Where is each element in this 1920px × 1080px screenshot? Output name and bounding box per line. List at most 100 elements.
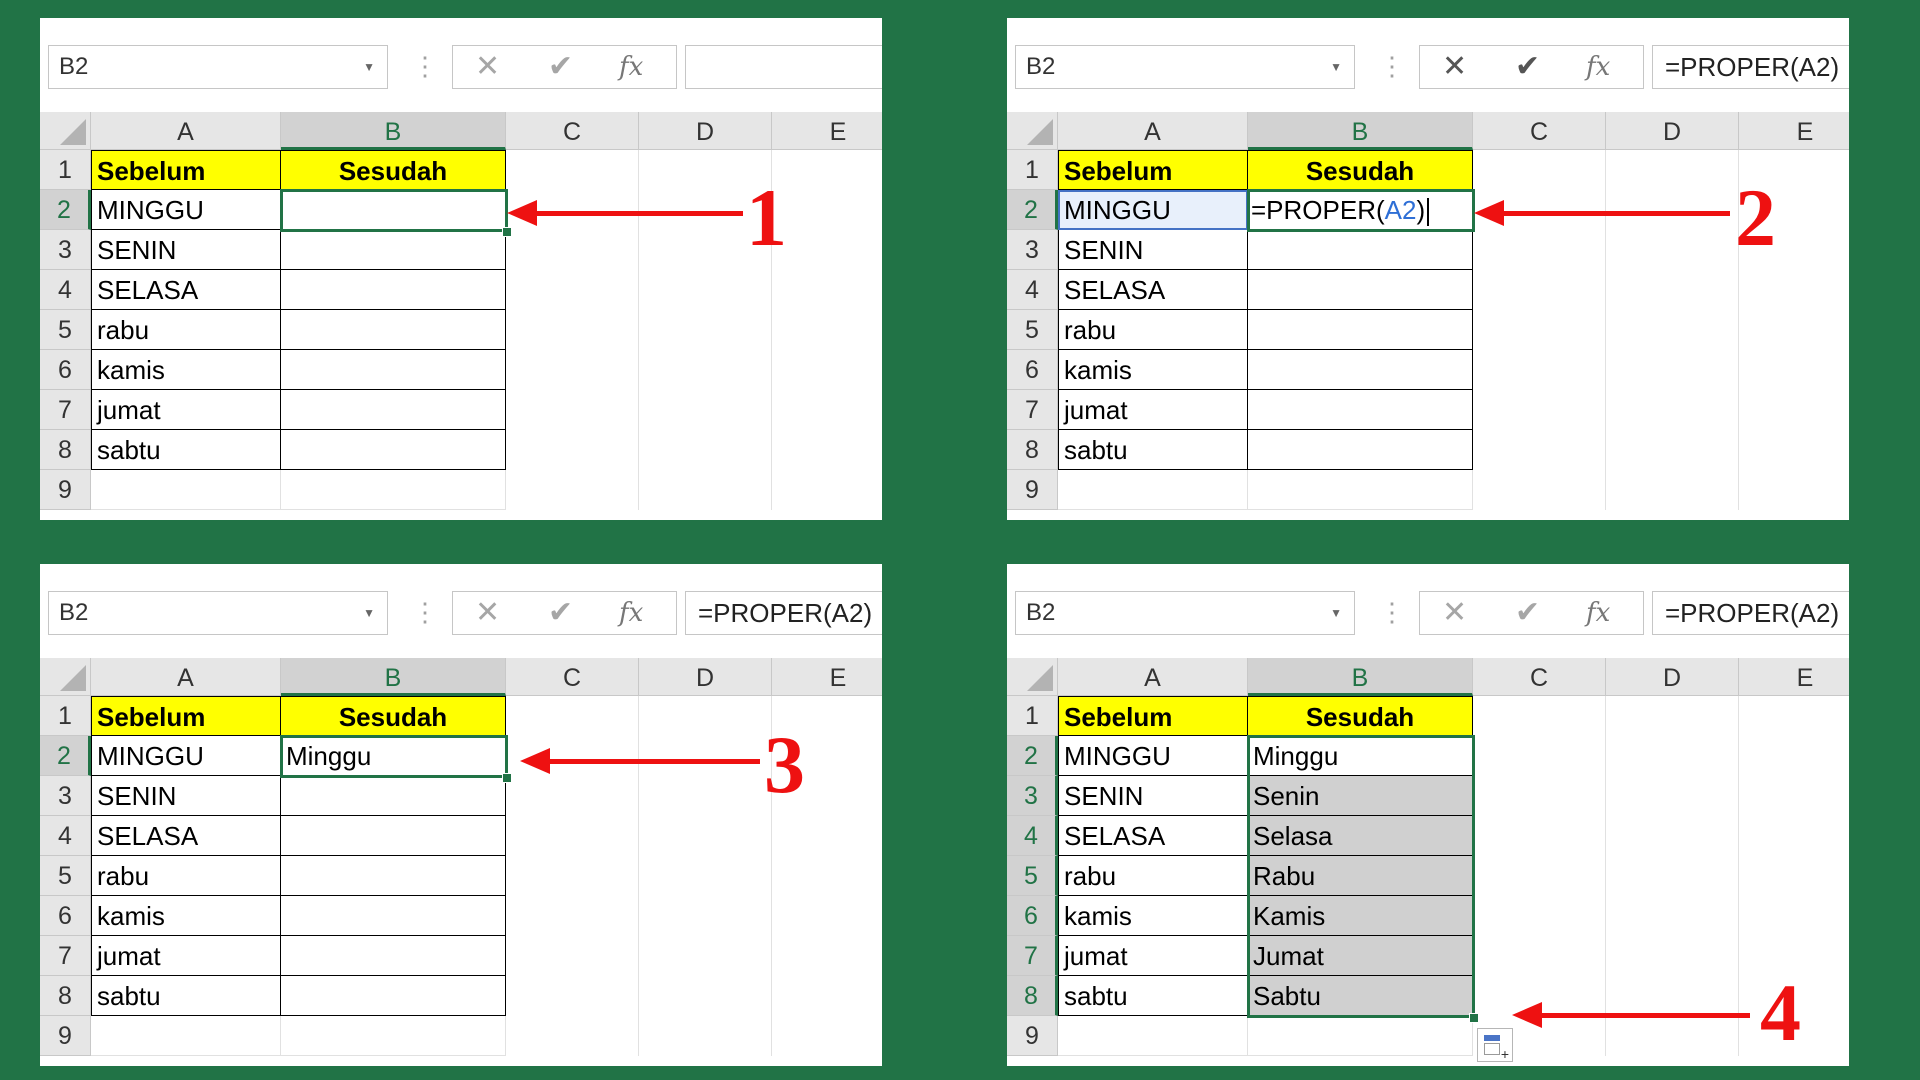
cell-a5[interactable]: rabu [91, 310, 281, 350]
cell-b4[interactable] [1248, 270, 1473, 310]
cell-b1[interactable]: Sesudah [1248, 696, 1473, 736]
row-header-3[interactable]: 3 [40, 776, 91, 816]
cell-b9[interactable] [281, 470, 506, 510]
cell-b4[interactable] [281, 816, 506, 856]
row-header-3[interactable]: 3 [40, 230, 91, 270]
cell-a5[interactable]: rabu [1058, 310, 1248, 350]
row-header-9[interactable]: 9 [1007, 1016, 1058, 1056]
row-header-6[interactable]: 6 [40, 896, 91, 936]
cell-a8[interactable]: sabtu [91, 430, 281, 470]
cell-a9[interactable] [1058, 470, 1248, 510]
column-header-e[interactable]: E [772, 658, 882, 696]
row-header-2[interactable]: 2 [40, 736, 91, 776]
cell-a5[interactable]: rabu [91, 856, 281, 896]
cell-b8[interactable] [1248, 430, 1473, 470]
cell-a6[interactable]: kamis [1058, 350, 1248, 390]
cell-a4[interactable]: SELASA [1058, 270, 1248, 310]
column-header-c[interactable]: C [1473, 112, 1606, 150]
column-e-cells[interactable] [772, 150, 882, 510]
cell-a5[interactable]: rabu [1058, 856, 1248, 896]
cell-a6[interactable]: kamis [91, 350, 281, 390]
row-header-9[interactable]: 9 [40, 470, 91, 510]
cell-a4[interactable]: SELASA [91, 816, 281, 856]
column-header-a[interactable]: A [91, 112, 281, 150]
cell-a2[interactable]: MINGGU [91, 736, 281, 776]
cell-a3[interactable]: SENIN [1058, 776, 1248, 816]
row-header-6[interactable]: 6 [40, 350, 91, 390]
select-all-button[interactable] [40, 112, 91, 150]
cell-b3[interactable]: Senin [1248, 776, 1473, 816]
more-options-icon[interactable]: ⋮ [1379, 48, 1405, 84]
cell-b2[interactable] [281, 190, 506, 230]
row-header-7[interactable]: 7 [1007, 390, 1058, 430]
chevron-down-icon[interactable]: ▼ [363, 46, 375, 88]
cell-b1[interactable]: Sesudah [281, 696, 506, 736]
row-header-8[interactable]: 8 [1007, 430, 1058, 470]
cell-b6[interactable]: Kamis [1248, 896, 1473, 936]
more-options-icon[interactable]: ⋮ [412, 594, 438, 630]
cell-a1[interactable]: Sebelum [1058, 150, 1248, 190]
row-header-1[interactable]: 1 [40, 150, 91, 190]
row-header-1[interactable]: 1 [1007, 150, 1058, 190]
cell-a9[interactable] [1058, 1016, 1248, 1056]
cell-b5[interactable] [281, 856, 506, 896]
column-header-d[interactable]: D [1606, 112, 1739, 150]
row-header-6[interactable]: 6 [1007, 350, 1058, 390]
cell-b2[interactable]: Minggu [1248, 736, 1473, 776]
cell-a8[interactable]: sabtu [1058, 976, 1248, 1016]
fx-icon[interactable]: fx [1586, 46, 1610, 88]
column-header-e[interactable]: E [1739, 658, 1849, 696]
cell-a3[interactable]: SENIN [91, 776, 281, 816]
cell-b8[interactable] [281, 430, 506, 470]
cell-a6[interactable]: kamis [1058, 896, 1248, 936]
column-header-b[interactable]: B [281, 112, 506, 150]
column-d-cells[interactable] [1606, 696, 1739, 1056]
cell-b5[interactable]: Rabu [1248, 856, 1473, 896]
column-header-a[interactable]: A [1058, 658, 1248, 696]
more-options-icon[interactable]: ⋮ [412, 48, 438, 84]
more-options-icon[interactable]: ⋮ [1379, 594, 1405, 630]
row-header-8[interactable]: 8 [40, 430, 91, 470]
cell-a4[interactable]: SELASA [1058, 816, 1248, 856]
row-header-9[interactable]: 9 [1007, 470, 1058, 510]
cell-b2[interactable]: Minggu [281, 736, 506, 776]
cell-a7[interactable]: jumat [91, 390, 281, 430]
cell-a2[interactable]: MINGGU [1058, 190, 1248, 230]
row-header-4[interactable]: 4 [40, 816, 91, 856]
row-header-1[interactable]: 1 [1007, 696, 1058, 736]
row-header-2[interactable]: 2 [1007, 736, 1058, 776]
cell-b7[interactable]: Jumat [1248, 936, 1473, 976]
row-header-9[interactable]: 9 [40, 1016, 91, 1056]
cell-b4[interactable]: Selasa [1248, 816, 1473, 856]
cell-a9[interactable] [91, 1016, 281, 1056]
row-header-5[interactable]: 5 [40, 310, 91, 350]
close-icon[interactable]: ✕ [1442, 46, 1467, 88]
column-header-c[interactable]: C [506, 658, 639, 696]
row-header-5[interactable]: 5 [1007, 856, 1058, 896]
cell-b7[interactable] [281, 390, 506, 430]
column-header-d[interactable]: D [1606, 658, 1739, 696]
select-all-button[interactable] [40, 658, 91, 696]
row-header-7[interactable]: 7 [1007, 936, 1058, 976]
row-header-6[interactable]: 6 [1007, 896, 1058, 936]
close-icon[interactable]: ✕ [1442, 592, 1467, 634]
select-all-button[interactable] [1007, 658, 1058, 696]
fill-handle[interactable] [502, 227, 512, 237]
column-header-d[interactable]: D [639, 112, 772, 150]
cell-b6[interactable] [1248, 350, 1473, 390]
row-header-4[interactable]: 4 [1007, 270, 1058, 310]
row-header-4[interactable]: 4 [40, 270, 91, 310]
cell-b6[interactable] [281, 896, 506, 936]
cell-a2[interactable]: MINGGU [1058, 736, 1248, 776]
name-box[interactable]: B2 ▼ [1015, 45, 1355, 89]
cell-b3[interactable] [1248, 230, 1473, 270]
cell-b8[interactable] [281, 976, 506, 1016]
column-header-b[interactable]: B [1248, 658, 1473, 696]
cell-b3[interactable] [281, 230, 506, 270]
column-header-c[interactable]: C [1473, 658, 1606, 696]
close-icon[interactable]: ✕ [475, 46, 500, 88]
column-header-a[interactable]: A [1058, 112, 1248, 150]
cell-b5[interactable] [281, 310, 506, 350]
name-box[interactable]: B2 ▼ [48, 45, 388, 89]
row-header-2[interactable]: 2 [1007, 190, 1058, 230]
